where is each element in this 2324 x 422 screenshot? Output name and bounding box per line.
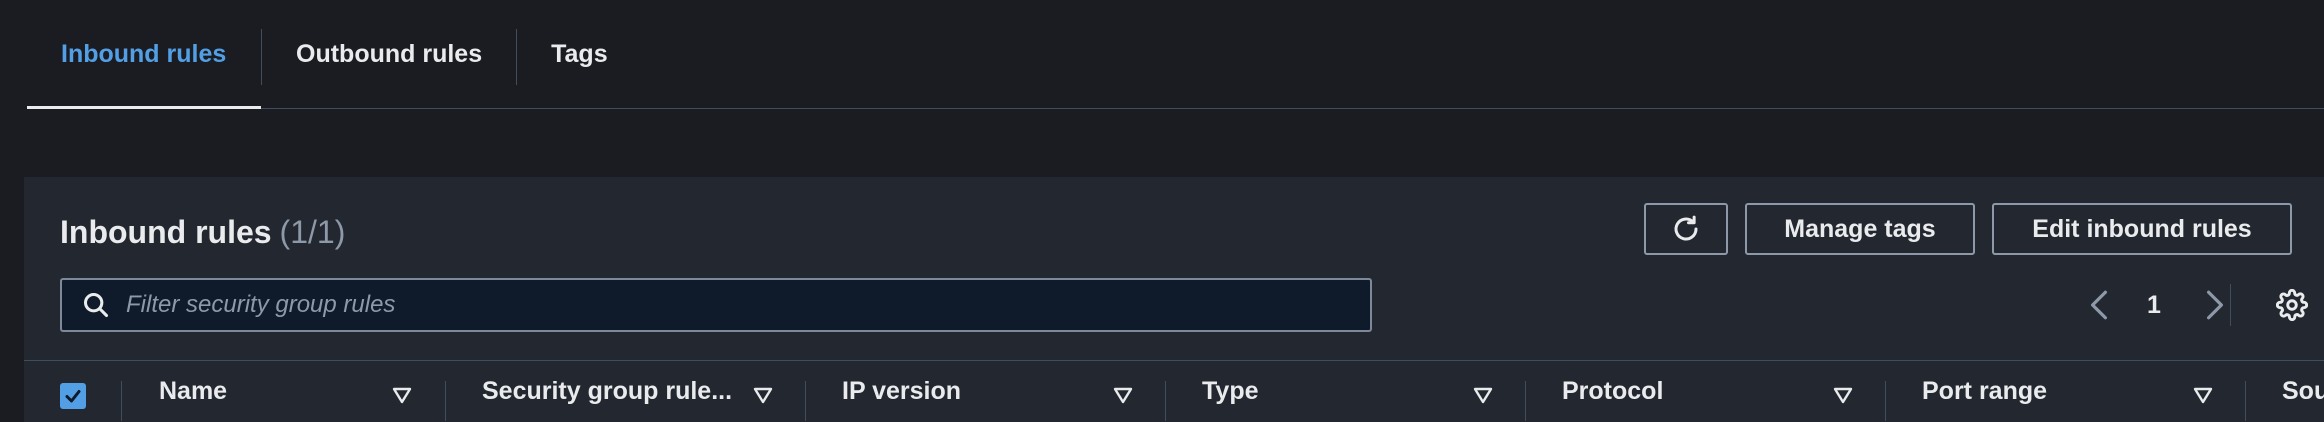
search-icon: [83, 292, 109, 318]
panel-title: Inbound rules (1/1): [60, 214, 345, 251]
tab-tags[interactable]: Tags: [517, 0, 642, 108]
sort-icon[interactable]: [390, 383, 414, 407]
refresh-button[interactable]: [1644, 203, 1728, 255]
chevron-left-icon: [2091, 290, 2107, 320]
gear-icon: [2276, 289, 2308, 321]
chevron-right-icon: [2207, 290, 2223, 320]
column-divider: [2245, 381, 2246, 421]
column-divider: [121, 381, 122, 421]
tab-inbound-rules[interactable]: Inbound rules: [27, 0, 261, 109]
inbound-rules-panel: Inbound rules (1/1) Manage tags Edit inbo…: [24, 177, 2324, 422]
sort-icon[interactable]: [1471, 383, 1495, 407]
select-all-checkbox[interactable]: [60, 383, 86, 409]
column-divider: [1885, 381, 1886, 421]
sort-icon[interactable]: [2191, 383, 2215, 407]
rules-count: (1/1): [279, 214, 346, 250]
column-divider: [445, 381, 446, 421]
tab-outbound-rules[interactable]: Outbound rules: [262, 0, 516, 108]
previous-page-button[interactable]: [2084, 282, 2114, 328]
table-header: Name Security group rule... IP version T…: [24, 361, 2324, 422]
sort-icon[interactable]: [1831, 383, 1855, 407]
column-header-port-range[interactable]: Port range: [1922, 361, 2142, 422]
column-header-protocol[interactable]: Protocol: [1562, 361, 1782, 422]
panel-title-text: Inbound rules: [60, 214, 272, 250]
manage-tags-button[interactable]: Manage tags: [1745, 203, 1975, 255]
column-header-ip-version[interactable]: IP version: [842, 361, 1062, 422]
column-header-security-group-rule[interactable]: Security group rule...: [482, 361, 752, 422]
checkmark-icon: [65, 390, 81, 403]
column-divider: [805, 381, 806, 421]
edit-inbound-rules-button[interactable]: Edit inbound rules: [1992, 203, 2292, 255]
column-header-source[interactable]: Sou: [2282, 361, 2324, 422]
sort-icon[interactable]: [1111, 383, 1135, 407]
next-page-button[interactable]: [2200, 282, 2230, 328]
column-divider: [1165, 381, 1166, 421]
search-input[interactable]: [124, 279, 1370, 331]
pagination-divider: [2230, 284, 2231, 326]
column-header-name[interactable]: Name: [159, 361, 379, 422]
column-header-type[interactable]: Type: [1202, 361, 1422, 422]
page-number[interactable]: 1: [2134, 282, 2174, 328]
refresh-icon: [1674, 215, 1698, 241]
tab-bar: Inbound rules Outbound rules Tags: [27, 0, 2324, 109]
column-divider: [1525, 381, 1526, 421]
filter-search-box[interactable]: [60, 278, 1372, 332]
preferences-button[interactable]: [2272, 285, 2312, 325]
sort-icon[interactable]: [751, 383, 775, 407]
